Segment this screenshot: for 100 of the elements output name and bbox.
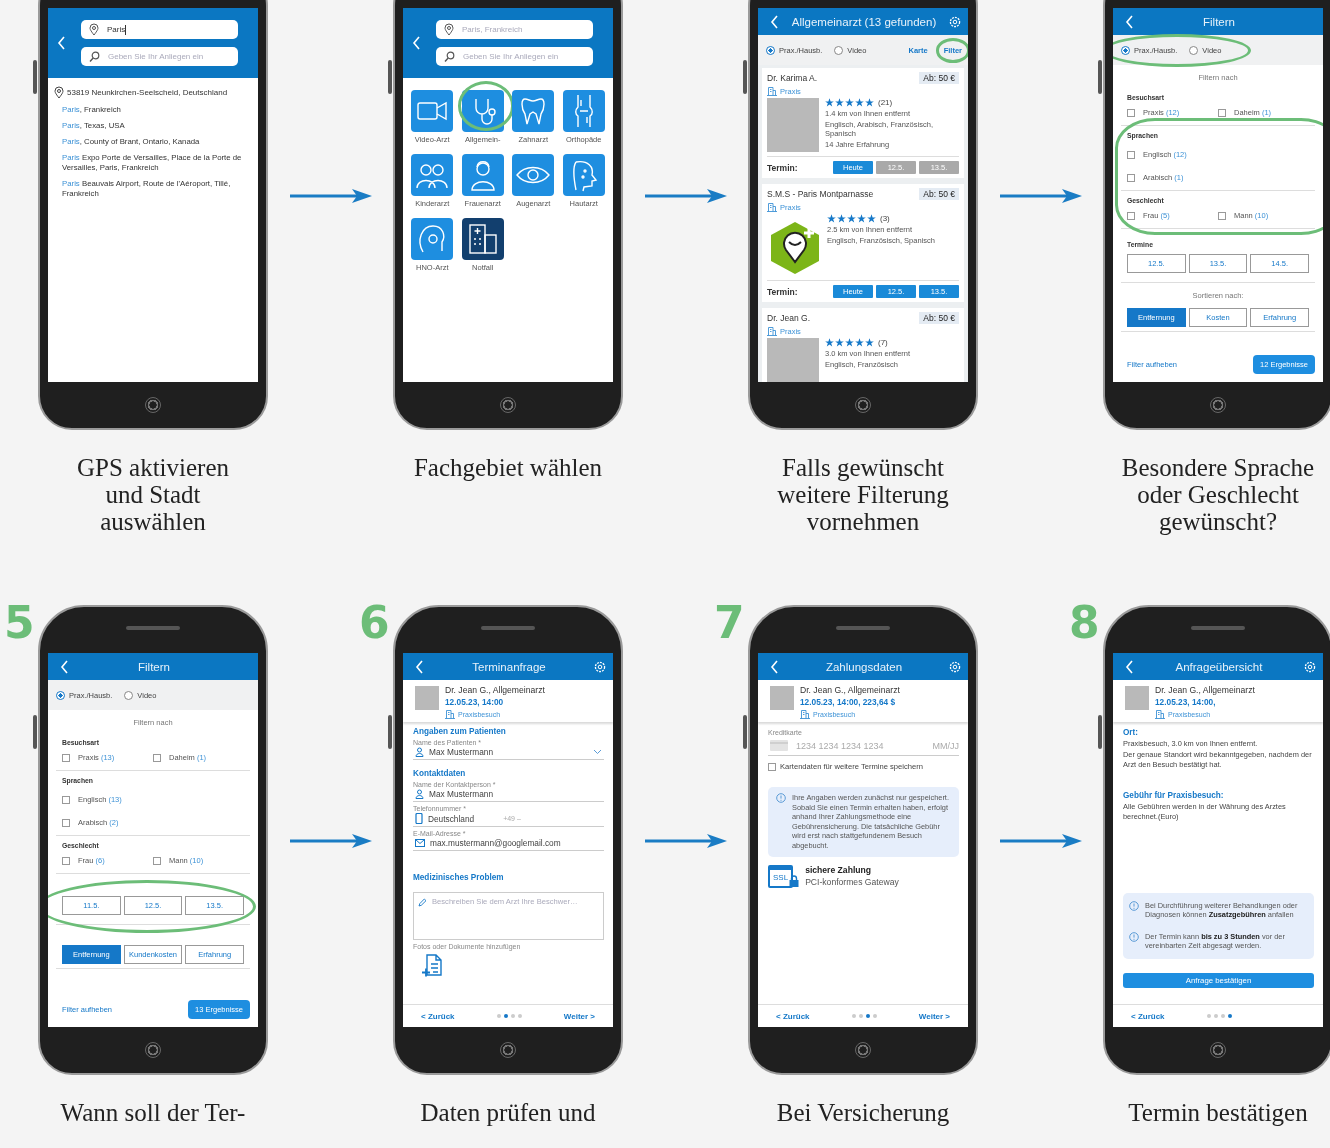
current-location[interactable]: 53819 Neunkirchen-Seelscheid, Deutschland	[67, 88, 228, 97]
screen-title: Filtern	[137, 660, 171, 673]
head-profile-icon	[411, 218, 454, 260]
checkbox[interactable]	[153, 856, 161, 865]
step-number: 8	[1069, 597, 1100, 648]
back-icon[interactable]	[57, 36, 66, 50]
radio-button[interactable]	[1189, 45, 1199, 55]
video-camera-icon	[411, 90, 454, 132]
home-button[interactable]	[145, 1042, 161, 1058]
back-icon[interactable]	[412, 36, 421, 50]
checkbox[interactable]	[1127, 173, 1135, 182]
doctor-name: Dr. Jean G., Allgemeinarzt	[800, 685, 900, 695]
arrow-icon	[999, 833, 1082, 849]
back-link[interactable]: < Zurück	[421, 1011, 455, 1021]
info-icon	[1129, 931, 1139, 942]
home-button[interactable]	[1210, 397, 1226, 413]
home-button[interactable]	[855, 1042, 871, 1058]
radio-button[interactable]	[1121, 45, 1130, 55]
checkbox[interactable]	[1127, 150, 1135, 159]
checkbox[interactable]	[1218, 211, 1226, 220]
screen-title: Allgemeinarzt (13 gefunden)	[790, 15, 938, 28]
star-icon	[845, 338, 854, 347]
review-count: (21)	[878, 98, 893, 107]
step-caption: Falls gewünscht weitere Filterung vornehmen	[777, 454, 949, 535]
appointment-date: 12.05.23, 14:00,	[1155, 697, 1217, 707]
building-icon	[445, 709, 455, 719]
termin-label: Termin:	[767, 162, 798, 173]
arrow-icon	[999, 188, 1082, 204]
building-icon	[767, 326, 777, 336]
settings-icon[interactable]	[1304, 660, 1316, 673]
next-link[interactable]: Weiter >	[918, 1011, 950, 1021]
envelope-icon	[415, 839, 425, 847]
screen-title: Filtern	[1202, 15, 1236, 28]
radio-button[interactable]	[124, 690, 134, 700]
back-icon[interactable]	[770, 659, 779, 674]
checkbox[interactable]	[62, 818, 70, 827]
radio-button[interactable]	[766, 45, 775, 55]
checkbox[interactable]	[153, 753, 161, 762]
settings-icon[interactable]	[949, 15, 961, 28]
back-icon[interactable]	[415, 659, 424, 674]
appointment-date: 12.05.23, 14:00, 223,64 $	[800, 697, 897, 707]
section-title: Angaben zum Patienten	[413, 726, 507, 736]
input-field[interactable]: max.mustermann@googlemail.com	[413, 837, 604, 851]
next-link[interactable]: Weiter >	[563, 1011, 595, 1021]
back-icon[interactable]	[1125, 659, 1134, 674]
radio-button[interactable]	[56, 690, 65, 700]
speaker-grille	[836, 626, 890, 630]
screen-title: Terminanfrage	[471, 660, 547, 673]
radio-button[interactable]	[834, 45, 844, 55]
back-icon[interactable]	[770, 14, 779, 29]
back-link[interactable]: < Zurück	[1131, 1011, 1165, 1021]
star-icon	[857, 214, 866, 223]
settings-icon[interactable]	[949, 660, 961, 673]
checkbox[interactable]	[62, 795, 70, 804]
person-icon	[415, 747, 424, 757]
checkbox[interactable]	[62, 753, 70, 762]
building-icon	[767, 86, 777, 96]
step-number: 5	[4, 597, 35, 648]
price-badge: Ab: 50 €	[919, 72, 959, 84]
step-caption: Besondere Sprache oder Geschlecht gewünscht?	[1121, 454, 1315, 535]
star-icon	[847, 214, 856, 223]
gateway-text: PCI-konformes Gateway	[805, 876, 899, 887]
padlock-icon	[789, 874, 800, 887]
secure-payment-title: sichere Zahlung	[805, 864, 873, 875]
building-icon	[800, 709, 810, 719]
star-icon	[865, 98, 874, 107]
doctor-name: Dr. Karima A.	[767, 73, 818, 83]
credit-card-icon	[770, 740, 788, 751]
home-button[interactable]	[145, 397, 161, 413]
home-button[interactable]	[500, 397, 516, 413]
checkbox[interactable]	[1127, 211, 1135, 220]
back-link[interactable]: < Zurück	[776, 1011, 810, 1021]
home-button[interactable]	[500, 1042, 516, 1058]
input-field[interactable]: Max Mustermann	[413, 746, 604, 760]
add-document-icon[interactable]	[421, 954, 443, 978]
back-icon[interactable]	[60, 659, 69, 674]
input-field[interactable]: Max Mustermann	[413, 788, 604, 802]
person-icon	[415, 789, 424, 799]
star-icon	[835, 98, 844, 107]
screen-title: Zahlungsdaten	[824, 660, 904, 673]
info-icon	[776, 793, 786, 803]
checkbox[interactable]	[62, 856, 70, 865]
tooth-icon	[512, 90, 555, 132]
home-button[interactable]	[855, 397, 871, 413]
section-title: Ort:	[1123, 728, 1139, 737]
settings-icon[interactable]	[594, 660, 606, 673]
home-button[interactable]	[1210, 1042, 1226, 1058]
woman-icon	[461, 154, 504, 196]
price-badge: Ab: 50 €	[919, 188, 959, 200]
location-field[interactable]: Paris	[81, 20, 238, 39]
checkbox[interactable]	[768, 762, 776, 771]
checkbox[interactable]	[1218, 108, 1226, 117]
photo-placeholder	[415, 686, 439, 710]
checkbox[interactable]	[1127, 108, 1135, 117]
chevron-down-icon[interactable]	[593, 749, 602, 755]
step-caption: Bei Versicherung	[776, 1099, 950, 1126]
search-icon	[89, 51, 100, 62]
back-icon[interactable]	[1125, 14, 1134, 29]
face-profile-icon	[562, 154, 605, 196]
doctor-name: Dr. Jean G.	[767, 313, 810, 323]
